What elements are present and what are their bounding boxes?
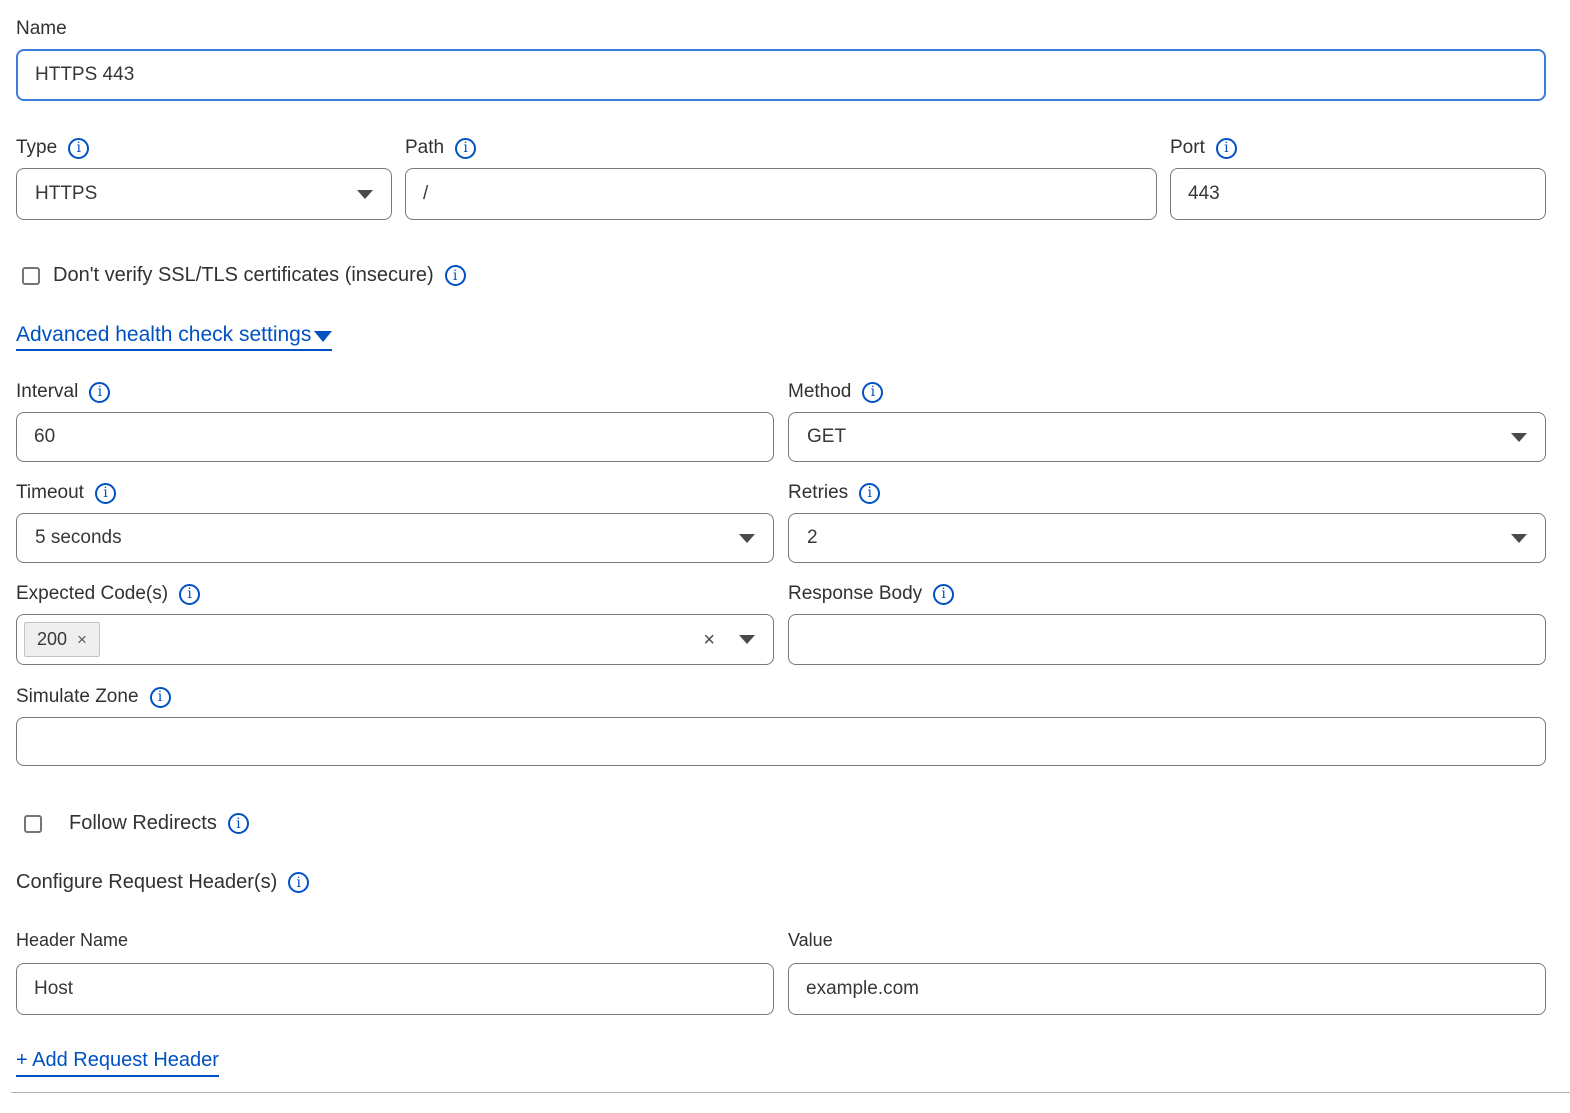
name-field-group: Name [16, 18, 1546, 101]
name-label: Name [16, 18, 1546, 40]
method-select[interactable]: GET [788, 412, 1546, 462]
port-input[interactable] [1170, 168, 1546, 220]
expected-codes-label-text: Expected Code(s) [16, 583, 168, 605]
section-divider [11, 1092, 1570, 1093]
follow-redirects-checkbox[interactable] [24, 815, 42, 833]
simulate-zone-label: Simulate Zone i [16, 686, 1546, 708]
follow-redirects-label: Follow Redirects [69, 812, 217, 835]
expected-codes-field-group: Expected Code(s) i 200 × × [16, 583, 774, 665]
remove-tag-icon[interactable]: × [77, 630, 87, 650]
retries-select[interactable]: 2 [788, 513, 1546, 563]
port-info-icon[interactable]: i [1216, 138, 1237, 159]
type-select[interactable]: HTTPS [16, 168, 392, 220]
path-input[interactable] [405, 168, 1157, 220]
expected-code-tag: 200 × [24, 622, 100, 657]
request-headers-section-text: Configure Request Header(s) [16, 871, 277, 894]
response-body-label-text: Response Body [788, 583, 922, 605]
header-name-column-label: Header Name [16, 930, 774, 951]
follow-redirects-info-icon[interactable]: i [228, 813, 249, 834]
add-request-header-link[interactable]: + Add Request Header [16, 1049, 219, 1077]
timeout-label-text: Timeout [16, 482, 84, 504]
interval-info-icon[interactable]: i [89, 382, 110, 403]
simulate-zone-field-group: Simulate Zone i [16, 686, 1546, 766]
simulate-zone-info-icon[interactable]: i [150, 687, 171, 708]
port-label-text: Port [1170, 137, 1205, 159]
type-select-value: HTTPS [35, 183, 97, 205]
timeout-select-value: 5 seconds [35, 527, 122, 549]
type-label: Type i [16, 137, 392, 159]
interval-field-group: Interval i [16, 381, 774, 462]
follow-redirects-row: Follow Redirects i [16, 812, 1546, 835]
simulate-zone-input[interactable] [16, 717, 1546, 766]
path-label: Path i [405, 137, 1157, 159]
codes-body-row: Expected Code(s) i 200 × × Response Body… [16, 583, 1546, 665]
advanced-settings-row: Advanced health check settings [16, 323, 1546, 351]
retries-field-group: Retries i 2 [788, 482, 1546, 563]
advanced-settings-link[interactable]: Advanced health check settings [16, 323, 332, 351]
clear-all-icon[interactable]: × [703, 630, 715, 650]
header-value-column-label: Value [788, 930, 1546, 951]
expected-code-tag-text: 200 [37, 629, 67, 650]
name-label-text: Name [16, 18, 67, 40]
advanced-settings-link-text: Advanced health check settings [16, 323, 311, 347]
add-header-row: + Add Request Header [16, 1049, 1546, 1077]
method-label-text: Method [788, 381, 851, 403]
interval-label-text: Interval [16, 381, 78, 403]
ssl-verify-checkbox-row: Don't verify SSL/TLS certificates (insec… [16, 264, 1546, 287]
simulate-zone-label-text: Simulate Zone [16, 686, 139, 708]
caret-down-icon [1511, 433, 1527, 442]
request-headers-info-icon[interactable]: i [288, 872, 309, 893]
header-value-field-group: Value [788, 930, 1546, 1015]
response-body-info-icon[interactable]: i [933, 584, 954, 605]
expected-codes-info-icon[interactable]: i [179, 584, 200, 605]
response-body-label: Response Body i [788, 583, 1546, 605]
expected-codes-multiselect[interactable]: 200 × × [16, 614, 774, 665]
timeout-info-icon[interactable]: i [95, 483, 116, 504]
type-path-port-row: Type i HTTPS Path i Port i [16, 137, 1546, 220]
method-field-group: Method i GET [788, 381, 1546, 462]
response-body-field-group: Response Body i [788, 583, 1546, 665]
method-info-icon[interactable]: i [862, 382, 883, 403]
retries-info-icon[interactable]: i [859, 483, 880, 504]
response-body-input[interactable] [788, 614, 1546, 665]
port-label: Port i [1170, 137, 1546, 159]
method-label: Method i [788, 381, 1546, 403]
caret-down-icon [739, 534, 755, 543]
ssl-verify-checkbox[interactable] [22, 267, 40, 285]
header-name-field-group: Header Name [16, 930, 774, 1015]
request-header-row: Header Name Value [16, 930, 1546, 1015]
path-field-group: Path i [405, 137, 1157, 220]
header-name-input[interactable] [16, 963, 774, 1015]
caret-down-icon [1511, 534, 1527, 543]
retries-label: Retries i [788, 482, 1546, 504]
caret-down-icon [314, 331, 332, 342]
timeout-retries-row: Timeout i 5 seconds Retries i 2 [16, 482, 1546, 563]
type-label-text: Type [16, 137, 57, 159]
timeout-label: Timeout i [16, 482, 774, 504]
multiselect-controls: × [703, 630, 755, 650]
expected-codes-label: Expected Code(s) i [16, 583, 774, 605]
retries-select-value: 2 [807, 527, 818, 549]
name-input[interactable] [16, 49, 1546, 101]
header-value-input[interactable] [788, 963, 1546, 1015]
type-field-group: Type i HTTPS [16, 137, 392, 220]
timeout-select[interactable]: 5 seconds [16, 513, 774, 563]
request-headers-section-label: Configure Request Header(s) i [16, 871, 1546, 894]
ssl-verify-label: Don't verify SSL/TLS certificates (insec… [53, 264, 434, 287]
interval-input[interactable] [16, 412, 774, 462]
path-label-text: Path [405, 137, 444, 159]
interval-method-row: Interval i Method i GET [16, 381, 1546, 462]
caret-down-icon[interactable] [739, 635, 755, 644]
timeout-field-group: Timeout i 5 seconds [16, 482, 774, 563]
type-info-icon[interactable]: i [68, 138, 89, 159]
caret-down-icon [357, 190, 373, 199]
retries-label-text: Retries [788, 482, 848, 504]
port-field-group: Port i [1170, 137, 1546, 220]
path-info-icon[interactable]: i [455, 138, 476, 159]
health-check-form: Name Type i HTTPS Path i Port i [0, 0, 1570, 1113]
method-select-value: GET [807, 426, 846, 448]
ssl-verify-info-icon[interactable]: i [445, 265, 466, 286]
interval-label: Interval i [16, 381, 774, 403]
